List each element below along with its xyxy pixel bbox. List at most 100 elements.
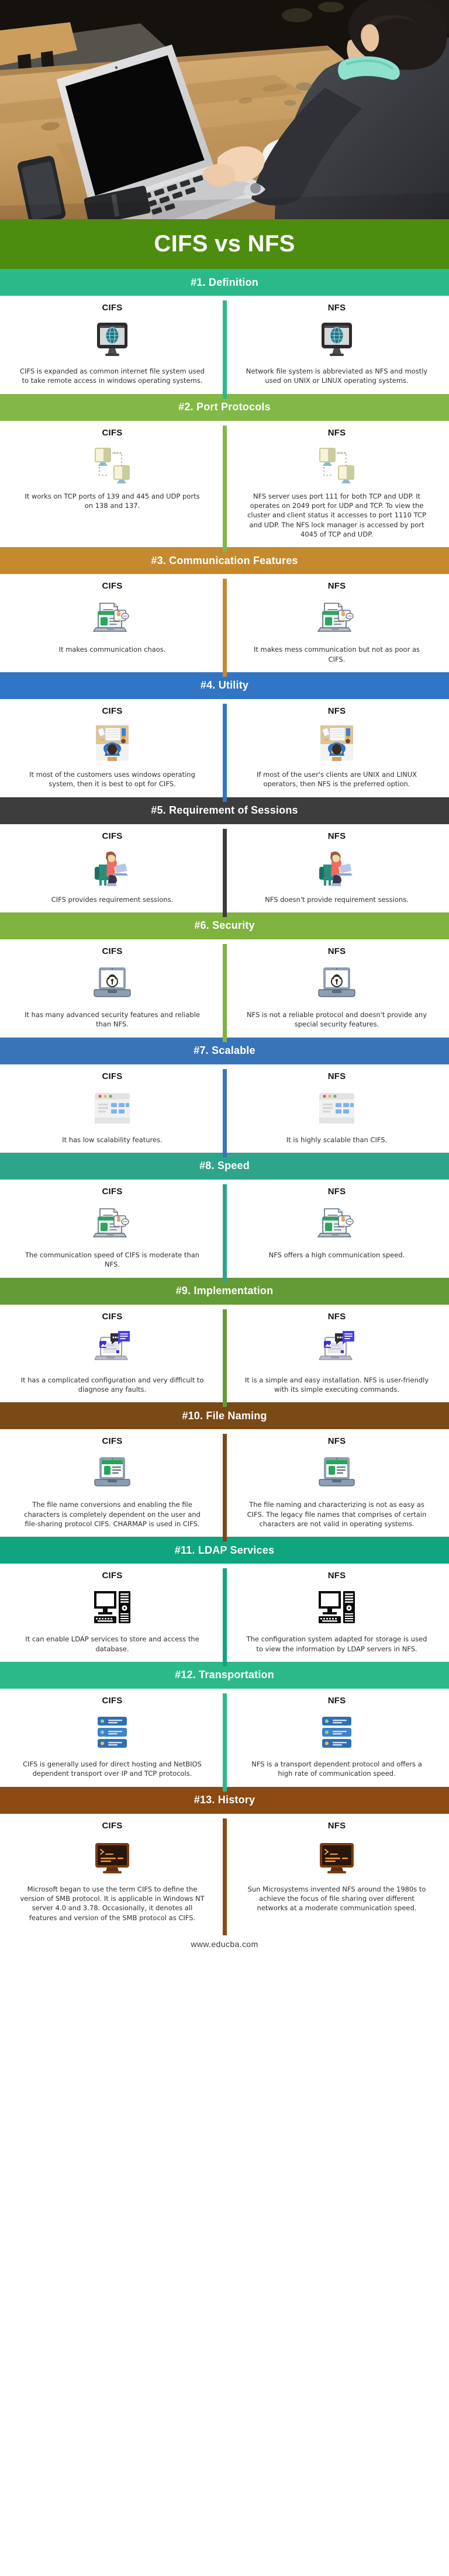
comparison-description-cifs: It has many advanced security features a… [25, 1010, 200, 1029]
column-label-cifs: CIFS [102, 831, 123, 841]
comparison-description-nfs: The configuration system adapted for sto… [246, 1635, 427, 1653]
server-rack-transport-icon [98, 1716, 127, 1748]
desktop-computer-tower-icon-wrapper [317, 1586, 356, 1629]
two-monitors-network-icon [319, 447, 354, 483]
column-label-nfs: NFS [327, 1186, 346, 1197]
comparison-column-nfs: NFS It is highly scalable than CIFS. [224, 1071, 449, 1144]
two-monitors-network-icon-wrapper [317, 443, 357, 486]
desktop-computer-tower-icon [319, 1591, 355, 1624]
comparison-column-cifs: CIFS Microsoft began to use the term CIF… [0, 1821, 224, 1923]
comparison-description-cifs: The file name conversions and enabling t… [24, 1500, 201, 1528]
column-divider [223, 300, 227, 399]
comparison-column-cifs: CIFS CIFS provides requirement sessions. [0, 831, 224, 904]
terminal-console-icon-wrapper [93, 1836, 132, 1879]
column-label-cifs: CIFS [102, 1071, 123, 1081]
column-label-cifs: CIFS [102, 427, 123, 438]
comparison-row-4: CIFS It most of the customers uses windo… [0, 699, 449, 802]
comparison-column-nfs: NFS NFS server uses port 111 for both TC… [224, 428, 449, 540]
comparison-row-9: CIFS It has a complicated configuration … [0, 1304, 449, 1408]
column-label-nfs: NFS [327, 1571, 346, 1581]
section-header-1: #1. Definition [0, 269, 449, 296]
two-monitors-network-icon-wrapper [92, 443, 132, 486]
desktop-computer-tower-icon [94, 1591, 130, 1624]
comparison-column-cifs: CIFS It can enable LDAP services to stor… [0, 1571, 224, 1654]
comparison-row-1: CIFS CIFS is expanded as common internet… [0, 296, 449, 399]
laptop-chat-document-icon-wrapper [317, 596, 356, 639]
comparison-column-nfs: NFS NFS doesn't provide requirement sess… [224, 831, 449, 904]
column-label-nfs: NFS [327, 1311, 346, 1322]
section-heading-label: #11. LDAP Services [174, 1544, 275, 1556]
comparison-column-nfs: NFS It is a simple and easy installation… [224, 1312, 449, 1395]
column-divider [223, 1434, 227, 1542]
column-label-cifs: CIFS [102, 303, 123, 313]
person-sitting-armchair-laptop-icon-wrapper [319, 846, 355, 890]
browser-window-dashboard-icon [95, 1092, 130, 1123]
comparison-column-cifs: CIFS CIFS is generally used for direct h… [0, 1696, 224, 1779]
column-label-nfs: NFS [327, 946, 346, 956]
column-label-cifs: CIFS [102, 1436, 123, 1447]
comparison-description-nfs: It makes mess communication but not as p… [253, 645, 420, 663]
hero-illustration [0, 0, 449, 219]
laptop-chat-bubbles-icon-wrapper [93, 1327, 132, 1370]
comparison-column-cifs: CIFS It works on TCP ports of 139 and 44… [0, 428, 224, 540]
section-heading-label: #9. Implementation [175, 1285, 274, 1297]
section-heading-label: #12. Transportation [175, 1669, 274, 1681]
comparison-description-nfs: NFS is not a reliable protocol and doesn… [246, 1010, 427, 1029]
section-heading-label: #4. Utility [200, 679, 249, 691]
laptop-chat-bubbles-icon [94, 1330, 130, 1360]
comparison-row-5: CIFS CIFS provides requirement sessions.… [0, 824, 449, 917]
sections-container: #1. Definition CIFS CIFS is expanded as c… [0, 269, 449, 1935]
server-rack-transport-icon-wrapper [319, 1711, 355, 1754]
monitor-globe-icon-wrapper [320, 318, 354, 361]
terminal-console-icon [95, 1842, 129, 1873]
laptop-green-header-page-icon-wrapper [93, 1451, 132, 1495]
column-label-cifs: CIFS [102, 1820, 123, 1831]
laptop-chat-document-icon-wrapper [317, 1202, 356, 1245]
comparison-description-nfs: NFS server uses port 111 for both TCP an… [247, 492, 426, 538]
comparison-column-nfs: NFS NFS is not a reliable protocol and d… [224, 946, 449, 1029]
comparison-description-cifs: CIFS is generally used for direct hostin… [23, 1759, 202, 1778]
laptop-padlock-icon-wrapper [93, 962, 132, 1005]
site-url: www.educba.com [191, 1939, 258, 1949]
column-label-cifs: CIFS [102, 1695, 123, 1706]
section-heading-label: #3. Communication Features [151, 554, 298, 566]
column-label-cifs: CIFS [102, 706, 123, 716]
column-label-nfs: NFS [327, 1071, 346, 1081]
comparison-row-6: CIFS It has many advanced security featu… [0, 939, 449, 1042]
comparison-row-2: CIFS It works on TCP ports of 139 and 44… [0, 420, 449, 552]
column-divider [223, 1184, 227, 1282]
comparison-row-10: CIFS The file name conversions and enabl… [0, 1429, 449, 1542]
comparison-column-nfs: NFS If most of the user's clients are UN… [224, 706, 449, 789]
comparison-column-cifs: CIFS It most of the customers uses windo… [0, 706, 224, 789]
monitor-globe-icon-wrapper [95, 318, 129, 361]
terminal-console-icon [320, 1842, 354, 1873]
server-rack-transport-icon [322, 1716, 351, 1748]
desk-top-view-person-icon [320, 725, 353, 761]
browser-window-dashboard-icon-wrapper [317, 1087, 356, 1130]
comparison-column-cifs: CIFS The file name conversions and enabl… [0, 1436, 224, 1529]
column-divider [223, 1309, 227, 1408]
terminal-console-icon-wrapper [317, 1836, 356, 1879]
column-divider [223, 579, 227, 677]
comparison-description-nfs: It is a simple and easy installation. NF… [244, 1375, 429, 1394]
laptop-chat-document-icon [93, 603, 129, 632]
column-label-nfs: NFS [327, 581, 346, 592]
laptop-green-header-page-icon [319, 1457, 355, 1486]
two-monitors-network-icon [95, 447, 130, 483]
laptop-chat-bubbles-icon [318, 1330, 354, 1360]
comparison-column-nfs: NFS It makes mess communication but not … [224, 581, 449, 664]
comparison-row-11: CIFS It can enable LDAP services to stor… [0, 1564, 449, 1666]
column-label-nfs: NFS [327, 427, 346, 438]
comparison-description-cifs: CIFS is expanded as common internet file… [20, 367, 205, 385]
column-label-nfs: NFS [327, 706, 346, 716]
column-divider [223, 1818, 227, 1935]
comparison-column-nfs: NFS Network file system is abbreviated a… [224, 303, 449, 386]
laptop-padlock-icon-wrapper [317, 962, 356, 1005]
comparison-description-cifs: It most of the customers uses windows op… [29, 770, 195, 789]
column-divider [223, 828, 227, 917]
comparison-description-nfs: The file naming and characterizing is no… [247, 1500, 427, 1528]
section-heading-label: #7. Scalable [194, 1045, 255, 1057]
comparison-description-nfs: NFS is a transport dependent protocol an… [251, 1759, 422, 1778]
column-label-cifs: CIFS [102, 1571, 123, 1581]
column-label-nfs: NFS [327, 831, 346, 841]
